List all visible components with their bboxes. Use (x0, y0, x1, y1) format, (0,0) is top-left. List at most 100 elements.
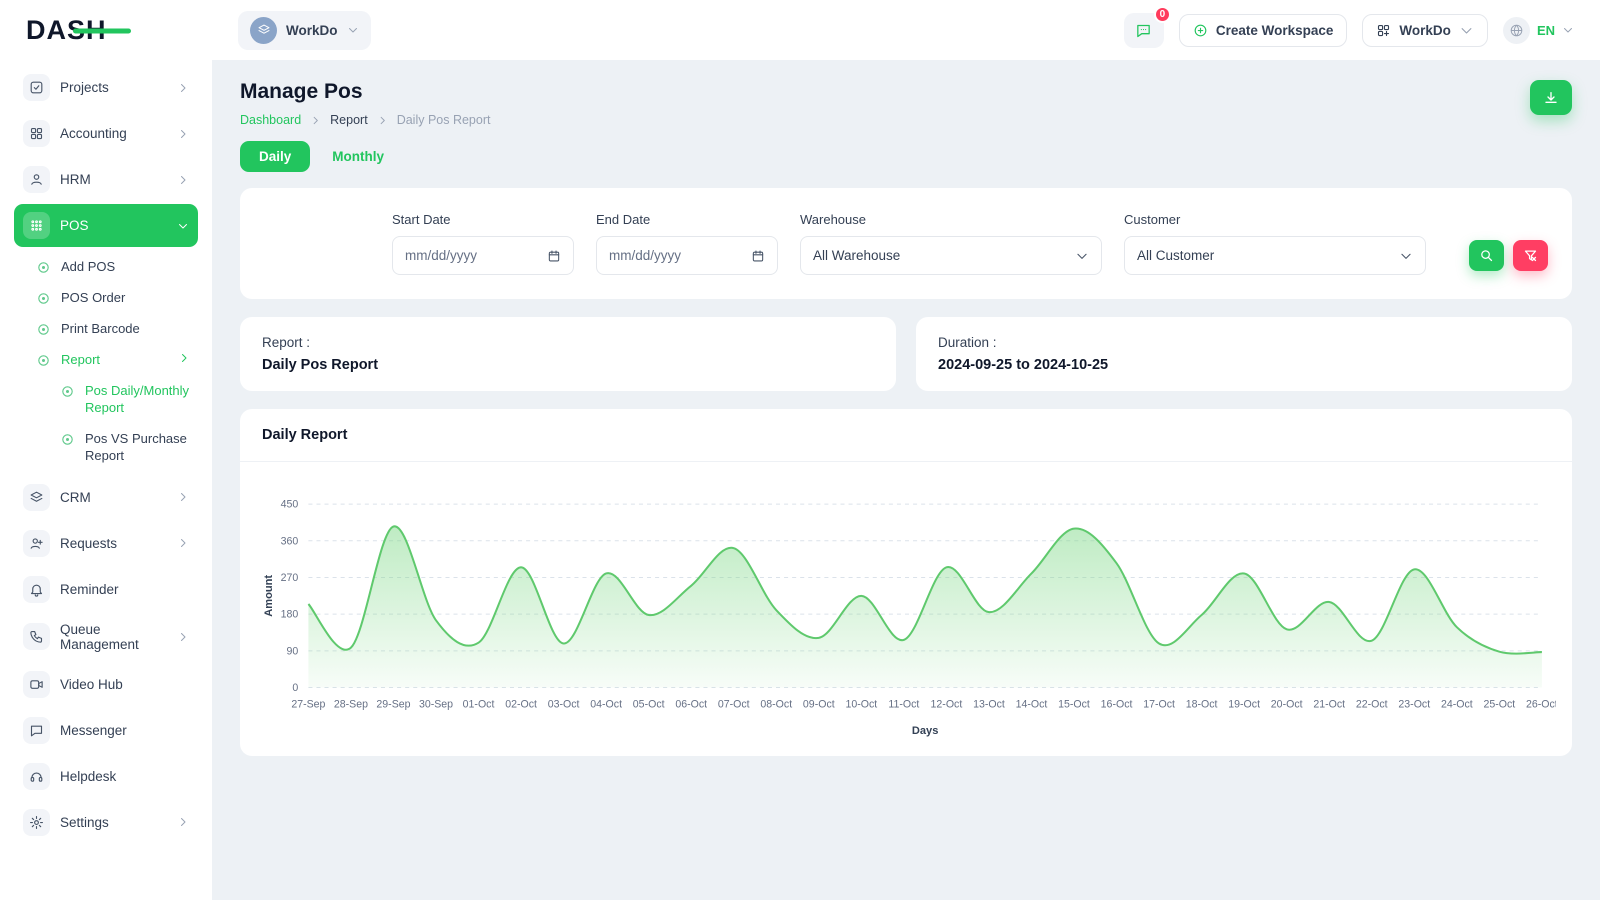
sidebar-item-projects[interactable]: Projects (14, 66, 198, 109)
submenu-item-label: Print Barcode (61, 321, 140, 338)
sidebar-item-crm[interactable]: CRM (14, 476, 198, 519)
chat-button[interactable]: 0 (1124, 13, 1164, 48)
filter-card: Start Date mm/dd/yyyy End Date mm/dd/yyy… (240, 188, 1572, 299)
sidebar-item-label: Accounting (60, 126, 167, 141)
svg-text:05-Oct: 05-Oct (633, 699, 665, 711)
topbar: WorkDo 0 Create Workspace WorkDo (212, 0, 1600, 60)
bullet-icon (60, 384, 76, 400)
create-workspace-label: Create Workspace (1216, 23, 1334, 38)
svg-text:04-Oct: 04-Oct (590, 699, 622, 711)
chart-title: Daily Report (262, 427, 347, 443)
app-root: DASH Projects Accounting HRM POS (0, 0, 1600, 900)
tab-daily[interactable]: Daily (240, 141, 310, 172)
bullet-icon (36, 291, 52, 307)
submenu-item-pos-vs-purchase-report[interactable]: Pos VS Purchase Report (52, 424, 198, 472)
sidebar-item-label: Reminder (60, 582, 189, 597)
svg-text:10-Oct: 10-Oct (845, 699, 877, 711)
sidebar-item-helpdesk[interactable]: Helpdesk (14, 755, 198, 798)
breadcrumb-report: Report (330, 113, 368, 127)
page-title: Manage Pos (240, 80, 490, 104)
report-value: Daily Pos Report (262, 357, 874, 373)
sidebar-item-hrm[interactable]: HRM (14, 158, 198, 201)
filter-actions (1469, 240, 1548, 275)
sidebar-item-video-hub[interactable]: Video Hub (14, 663, 198, 706)
download-button[interactable] (1530, 80, 1572, 115)
start-date-placeholder: mm/dd/yyyy (405, 248, 477, 263)
sidebar-item-pos[interactable]: POS (14, 204, 198, 247)
svg-text:18-Oct: 18-Oct (1186, 699, 1218, 711)
search-button[interactable] (1469, 240, 1504, 271)
page-content: Manage Pos Dashboard Report Daily Pos Re… (212, 60, 1600, 900)
reset-filter-button[interactable] (1513, 240, 1548, 271)
accounting-icon (23, 120, 50, 147)
submenu-item-label: Add POS (61, 259, 115, 276)
warehouse-select[interactable]: All Warehouse (800, 236, 1102, 275)
language-selector[interactable]: EN (1503, 17, 1574, 44)
chevron-down-icon (347, 24, 359, 36)
svg-text:23-Oct: 23-Oct (1398, 699, 1430, 711)
logo-text: DASH (26, 15, 107, 46)
svg-text:25-Oct: 25-Oct (1483, 699, 1515, 711)
svg-text:Amount: Amount (263, 575, 275, 617)
sidebar-item-requests[interactable]: Requests (14, 522, 198, 565)
sidebar-item-reminder[interactable]: Reminder (14, 568, 198, 611)
sidebar-item-label: Settings (60, 815, 167, 830)
report-label: Report : (262, 335, 874, 350)
svg-text:26-Oct: 26-Oct (1526, 699, 1556, 711)
start-date-field: Start Date mm/dd/yyyy (392, 212, 574, 275)
submenu-item-label: POS Order (61, 290, 125, 307)
svg-text:20-Oct: 20-Oct (1271, 699, 1303, 711)
submenu-item-add-pos[interactable]: Add POS (28, 252, 198, 283)
svg-text:21-Oct: 21-Oct (1313, 699, 1345, 711)
workspace-switcher-label: WorkDo (1399, 23, 1451, 38)
chevron-down-icon (1459, 23, 1474, 38)
end-date-input[interactable]: mm/dd/yyyy (596, 236, 778, 275)
chevron-right-icon (377, 115, 388, 126)
submenu-item-pos-order[interactable]: POS Order (28, 283, 198, 314)
svg-text:11-Oct: 11-Oct (888, 699, 919, 711)
sidebar-item-messenger[interactable]: Messenger (14, 709, 198, 752)
start-date-input[interactable]: mm/dd/yyyy (392, 236, 574, 275)
filter-reset-icon (1523, 248, 1538, 263)
sidebar-item-label: POS (60, 218, 167, 233)
daily-report-card: Daily Report 09018027036045027-Sep28-Sep… (240, 409, 1572, 756)
chevron-right-icon (310, 115, 321, 126)
svg-text:28-Sep: 28-Sep (334, 699, 368, 711)
tab-monthly[interactable]: Monthly (320, 141, 396, 172)
svg-text:12-Oct: 12-Oct (931, 699, 963, 711)
bullet-icon (60, 432, 76, 448)
sidebar-item-accounting[interactable]: Accounting (14, 112, 198, 155)
chevron-down-icon (177, 220, 189, 232)
sidebar-item-label: Projects (60, 80, 167, 95)
hrm-icon (23, 166, 50, 193)
sidebar-item-label: HRM (60, 172, 167, 187)
workspace-selector[interactable]: WorkDo (238, 11, 371, 50)
daily-report-chart[interactable]: 09018027036045027-Sep28-Sep29-Sep30-Sep0… (256, 488, 1556, 742)
start-date-label: Start Date (392, 212, 574, 227)
logo[interactable]: DASH (0, 0, 212, 60)
crm-icon (23, 484, 50, 511)
submenu-item-print-barcode[interactable]: Print Barcode (28, 314, 198, 345)
sidebar-item-queue-management[interactable]: Queue Management (14, 614, 198, 660)
chevron-right-icon (177, 174, 189, 186)
messenger-icon (23, 717, 50, 744)
svg-text:09-Oct: 09-Oct (803, 699, 835, 711)
submenu-item-pos-daily-monthly-report[interactable]: Pos Daily/Monthly Report (52, 376, 198, 424)
requests-icon (23, 530, 50, 557)
summary-row: Report : Daily Pos Report Duration : 202… (240, 317, 1572, 391)
create-workspace-button[interactable]: Create Workspace (1179, 14, 1348, 47)
sidebar-item-settings[interactable]: Settings (14, 801, 198, 844)
sidebar-item-label: Requests (60, 536, 167, 551)
sidebar: DASH Projects Accounting HRM POS (0, 0, 212, 900)
workspace-switcher-button[interactable]: WorkDo (1362, 14, 1488, 47)
svg-text:06-Oct: 06-Oct (675, 699, 707, 711)
svg-text:360: 360 (281, 535, 299, 547)
breadcrumb-dashboard-link[interactable]: Dashboard (240, 113, 301, 127)
customer-select[interactable]: All Customer (1124, 236, 1426, 275)
submenu-item-report[interactable]: Report (28, 345, 198, 376)
svg-text:22-Oct: 22-Oct (1356, 699, 1388, 711)
sidebar-item-label: Queue Management (60, 622, 167, 652)
globe-icon (1503, 17, 1530, 44)
chart-area: 09018027036045027-Sep28-Sep29-Sep30-Sep0… (240, 462, 1572, 746)
customer-label: Customer (1124, 212, 1426, 227)
